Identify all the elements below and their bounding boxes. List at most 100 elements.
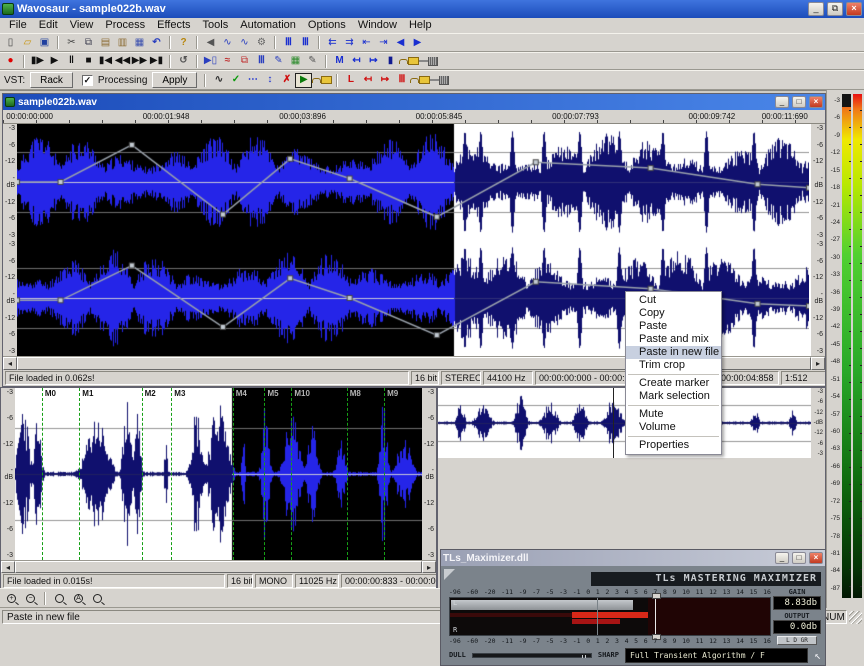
paste-icon[interactable]: ▤ (97, 35, 114, 50)
context-menu-item[interactable]: Create marker (626, 377, 721, 390)
scroll-left-arrow[interactable]: ◂ (1, 561, 15, 573)
help-icon[interactable]: ? (175, 35, 192, 50)
waveform-view-markers[interactable]: M0M1M2M3M4M5M10M8M9 (15, 388, 422, 560)
region-left-icon[interactable]: ↤ (359, 73, 376, 88)
vst-lock-icon[interactable] (312, 73, 332, 88)
zoom-all-button[interactable]: A (69, 590, 88, 606)
envelope-points-icon[interactable]: ⋯ (244, 73, 261, 88)
doc1-titlebar[interactable]: sample022b.wav _ □ × (3, 94, 825, 110)
envelope-vertical-icon[interactable]: ↕ (261, 73, 278, 88)
menu-item[interactable]: Effects (151, 19, 196, 32)
algorithm-display[interactable]: Full Transient Algorithm / F (625, 648, 808, 663)
context-menu-item[interactable]: Paste (626, 320, 721, 333)
menu-item[interactable]: Automation (234, 19, 302, 32)
plugin-titlebar[interactable]: TLs_Maximizer.dll _ □ × (441, 550, 825, 566)
paste-special-icon[interactable]: ▥ (114, 35, 131, 50)
marker[interactable]: M9 (384, 388, 385, 560)
menu-item[interactable]: Help (403, 19, 438, 32)
routing-icon-2[interactable]: ∿ (236, 35, 253, 50)
vst-monitor-button[interactable]: ▶ (295, 73, 312, 88)
menu-item[interactable]: File (3, 19, 33, 32)
marker[interactable]: M10 (291, 388, 292, 560)
output-value[interactable]: 0.0db (773, 620, 821, 634)
zoom-sel-left-icon[interactable]: ⇇ (324, 35, 341, 50)
routing-icon-1[interactable]: ∿ (219, 35, 236, 50)
minimize-button[interactable]: _ (808, 2, 824, 16)
marker[interactable]: M1 (79, 388, 80, 560)
menu-item[interactable]: Tools (197, 19, 235, 32)
extend-right-icon[interactable]: ⇥ (375, 35, 392, 50)
plugin-maximize-button[interactable]: □ (792, 552, 806, 564)
doc-close-button[interactable]: × (809, 96, 823, 108)
gain-value[interactable]: 8.83db (773, 596, 821, 610)
plugin-minimize-button[interactable]: _ (775, 552, 789, 564)
region-right-icon[interactable]: ↦ (376, 73, 393, 88)
loop-button[interactable]: ↺ (175, 54, 192, 69)
menu-item[interactable]: Process (99, 19, 151, 32)
rack-button[interactable]: Rack (30, 72, 73, 88)
marker[interactable]: M3 (171, 388, 172, 560)
marker-block-icon[interactable]: ▮ (382, 54, 399, 69)
forward-button[interactable]: ▶▶ (131, 54, 148, 69)
envelope-delete-icon[interactable]: ✗ (278, 73, 295, 88)
lgr-button[interactable]: L D GR (777, 636, 817, 645)
marker[interactable]: M8 (347, 388, 348, 560)
copy-icon[interactable]: ⧉ (80, 35, 97, 50)
envelope-apply-icon[interactable]: ✓ (227, 73, 244, 88)
play-button[interactable]: ▶ (46, 54, 63, 69)
marker[interactable]: M0 (42, 388, 43, 560)
expand-wave-icon[interactable]: Ⅲ (297, 35, 314, 50)
envelope-curve-icon[interactable]: ∿ (210, 73, 227, 88)
sel-prev-icon[interactable]: ◀ (392, 35, 409, 50)
region-lock-icon[interactable] (410, 73, 430, 88)
new-file-icon[interactable]: ▯ (2, 35, 19, 50)
horizontal-scrollbar[interactable]: ◂ ▸ (1, 560, 436, 573)
zoom-selection-button[interactable] (50, 590, 69, 606)
marker-trash-icon[interactable] (419, 54, 438, 69)
context-menu-item[interactable]: Paste and mix (626, 333, 721, 346)
copy-channels-icon[interactable]: ⧉ (236, 54, 253, 69)
dull-sharp-slider[interactable] (472, 653, 592, 658)
apply-button[interactable]: Apply (152, 72, 197, 88)
context-menu-item[interactable]: Trim crop (626, 359, 721, 372)
context-menu-item[interactable]: Volume (626, 421, 721, 434)
play-cursor-button[interactable]: ▮▶ (29, 54, 46, 69)
menu-item[interactable]: Window (352, 19, 403, 32)
doc-minimize-button[interactable]: _ (775, 96, 789, 108)
context-menu-item[interactable]: Mark selection (626, 390, 721, 403)
grid-icon[interactable]: ▦ (287, 54, 304, 69)
scroll-left-arrow[interactable]: ◂ (3, 357, 17, 370)
sel-next-icon[interactable]: ▶ (409, 35, 426, 50)
undo-icon[interactable]: ↶ (148, 35, 165, 50)
scroll-right-arrow[interactable]: ▸ (811, 357, 825, 370)
draw-wave-icon[interactable]: ✎ (270, 54, 287, 69)
marker-left-icon[interactable]: ↤ (348, 54, 365, 69)
gain-cursor-handle[interactable] (655, 595, 656, 638)
menu-item[interactable]: Options (302, 19, 352, 32)
marker[interactable]: M4 (233, 388, 234, 560)
speaker-icon[interactable]: ◀ (202, 35, 219, 50)
plugin-close-button[interactable]: × (809, 552, 823, 564)
wrench-icon[interactable]: ⚙ (253, 35, 270, 50)
extend-left-icon[interactable]: ⇤ (358, 35, 375, 50)
insert-file-icon[interactable]: ▶▯ (202, 54, 219, 69)
stop-button[interactable]: ■ (80, 54, 97, 69)
context-menu-item[interactable]: Cut (626, 294, 721, 307)
record-button[interactable]: ● (2, 54, 19, 69)
marker-add-icon[interactable]: M (331, 54, 348, 69)
marker-lock-icon[interactable] (399, 54, 419, 69)
go-end-button[interactable]: ▶▮ (148, 54, 165, 69)
marker[interactable]: M2 (142, 388, 143, 560)
zoom-vertical-button[interactable] (88, 590, 107, 606)
menu-item[interactable]: Edit (33, 19, 64, 32)
menu-item[interactable]: View (64, 19, 100, 32)
open-file-icon[interactable]: ▱ (19, 35, 36, 50)
rewind-button[interactable]: ◀◀ (114, 54, 131, 69)
shrink-wave-icon[interactable]: Ⅲ (280, 35, 297, 50)
close-button[interactable]: × (846, 2, 862, 16)
main-titlebar[interactable]: Wavosaur - sample022b.wav _ ⧉ × (0, 0, 864, 18)
zoom-sel-right-icon[interactable]: ⇉ (341, 35, 358, 50)
context-menu-item[interactable]: Properties (626, 439, 721, 452)
crop-icon[interactable]: ▦ (131, 35, 148, 50)
save-file-icon[interactable]: ▣ (36, 35, 53, 50)
